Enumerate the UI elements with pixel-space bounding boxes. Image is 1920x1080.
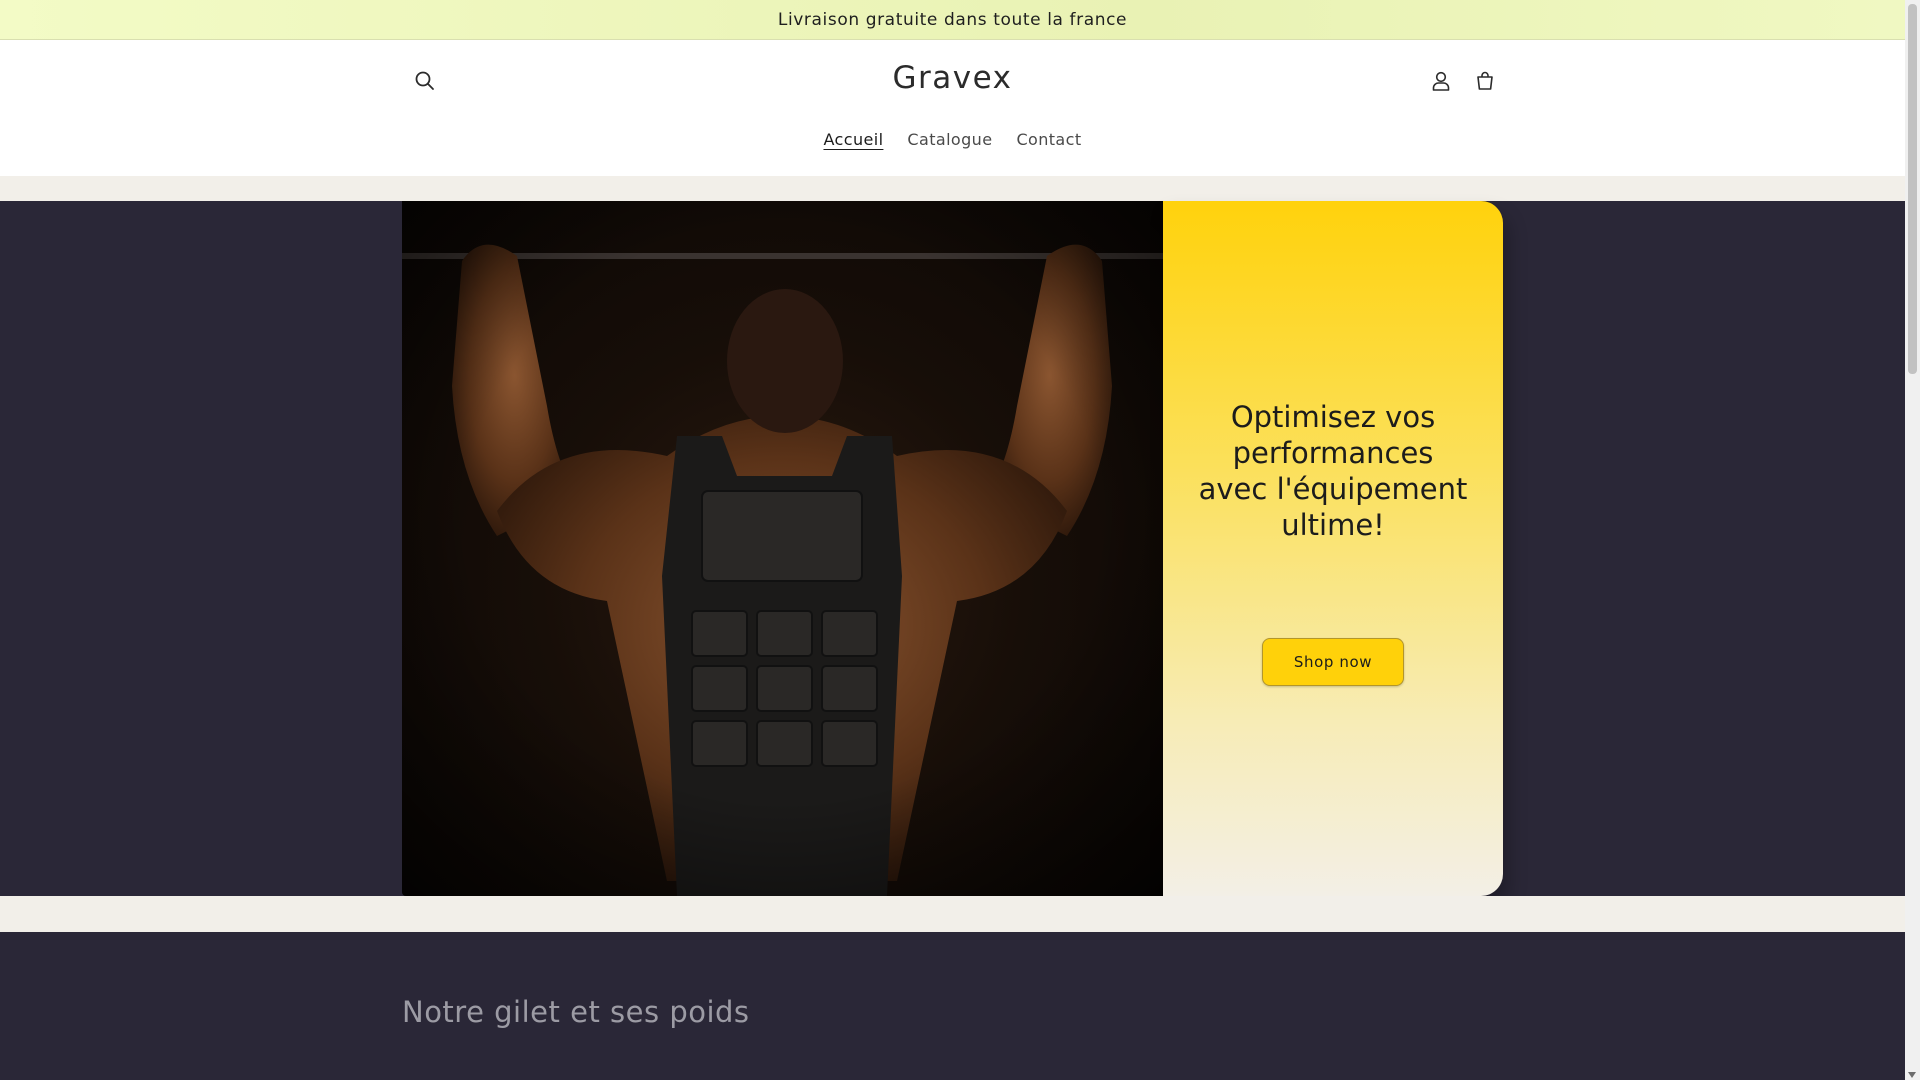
page-scrollbar[interactable] (1905, 0, 1920, 1080)
hero-image (402, 201, 1163, 896)
nav-item-catalogue[interactable]: Catalogue (895, 122, 1004, 157)
nav-item-accueil[interactable]: Accueil (811, 122, 895, 157)
main-nav: Accueil Catalogue Contact (0, 122, 1905, 157)
cart-icon (1477, 71, 1493, 90)
site-header: Gravex Accueil Catalogue Contact (0, 40, 1905, 176)
hero-text-card: Optimisez vos performances avec l'équipe… (1163, 201, 1503, 896)
user-icon (1432, 71, 1450, 91)
search-button[interactable] (408, 64, 442, 98)
account-button[interactable] (1424, 64, 1458, 98)
athlete-photo (402, 201, 1163, 896)
section-title: Notre gilet et ses poids (402, 995, 750, 1029)
scrollbar-thumb[interactable] (1908, 4, 1917, 374)
cart-button[interactable] (1468, 64, 1502, 98)
section-divider-top (0, 176, 1905, 201)
site-logo[interactable]: Gravex (0, 60, 1905, 96)
hero-heading: Optimisez vos performances avec l'équipe… (1198, 400, 1468, 542)
section-divider-bottom (0, 896, 1905, 932)
scroll-down-arrow-icon[interactable] (1908, 1072, 1916, 1078)
announcement-text: Livraison gratuite dans toute la france (777, 9, 1128, 30)
nav-item-contact[interactable]: Contact (1004, 122, 1093, 157)
search-icon (415, 71, 434, 90)
shop-now-button[interactable]: Shop now (1262, 638, 1404, 686)
announcement-bar: Livraison gratuite dans toute la france (0, 0, 1905, 40)
